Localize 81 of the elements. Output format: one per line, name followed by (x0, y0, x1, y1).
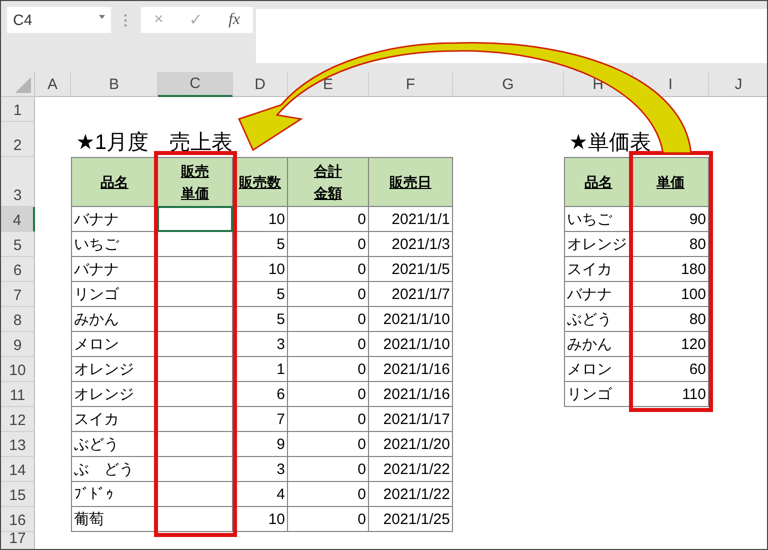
table-cell: 2021/1/22 (369, 457, 453, 482)
table-title: ★1月度 売上表 (75, 130, 233, 156)
header-text: 単価 (181, 184, 209, 203)
table-cell: 10 (233, 257, 288, 282)
name-box[interactable]: C4 (7, 7, 111, 33)
name-box-value: C4 (13, 12, 32, 28)
column-header[interactable]: A (35, 72, 71, 97)
table-cell: 9 (233, 432, 288, 457)
table-cell: 120 (633, 332, 709, 357)
table-cell: 2021/1/10 (369, 307, 453, 332)
row-header[interactable]: 1 (1, 97, 35, 122)
table-cell: 2021/1/22 (369, 482, 453, 507)
table-cell: 80 (633, 232, 709, 257)
table-cell: 80 (633, 307, 709, 332)
column-header[interactable]: B (71, 72, 158, 97)
table-title: ★単価表 (568, 130, 651, 156)
table-cell: 0 (288, 382, 369, 407)
header-text: 単価 (656, 172, 684, 192)
grip-icon (124, 14, 127, 27)
row-header[interactable]: 6 (1, 257, 35, 282)
table-cell: 5 (233, 282, 288, 307)
table-cell: 0 (288, 432, 369, 457)
table-cell: 2021/1/10 (369, 332, 453, 357)
row-header[interactable]: 9 (1, 332, 35, 357)
table-cell: 2021/1/25 (369, 507, 453, 532)
table-cell: 0 (288, 457, 369, 482)
row-header[interactable]: 15 (1, 482, 35, 507)
table-cell: 2021/1/5 (369, 257, 453, 282)
row-header[interactable]: 8 (1, 307, 35, 332)
table-cell: 5 (233, 232, 288, 257)
table-cell: 2021/1/20 (369, 432, 453, 457)
row-header[interactable]: 4 (1, 207, 35, 232)
table-cell: 180 (633, 257, 709, 282)
table-cell: 2021/1/3 (369, 232, 453, 257)
row-header[interactable]: 11 (1, 382, 35, 407)
table-cell: 7 (233, 407, 288, 432)
row-header[interactable]: 16 (1, 507, 35, 532)
column-header[interactable]: F (369, 72, 453, 97)
table-cell: 0 (288, 257, 369, 282)
table-cell: 3 (233, 457, 288, 482)
row-header[interactable]: 7 (1, 282, 35, 307)
table-cell: 1 (233, 357, 288, 382)
column-header[interactable]: D (233, 72, 288, 97)
table-cell: 0 (288, 482, 369, 507)
row-header[interactable]: 12 (1, 407, 35, 432)
table-cell: 110 (633, 382, 709, 407)
table-cell: 90 (633, 207, 709, 232)
table-cell: 0 (288, 232, 369, 257)
table-cell: 0 (288, 307, 369, 332)
row-header[interactable]: 14 (1, 457, 35, 482)
table-cell: 10 (233, 207, 288, 232)
row-header[interactable]: 17 (1, 532, 35, 549)
table-cell: 0 (288, 282, 369, 307)
table-cell: 4 (233, 482, 288, 507)
table-cell: 0 (288, 357, 369, 382)
table-cell: 0 (288, 332, 369, 357)
table-cell: 5 (233, 307, 288, 332)
table-cell: 0 (288, 507, 369, 532)
row-header[interactable]: 3 (1, 157, 35, 207)
caret-icon[interactable] (99, 15, 105, 19)
row-header[interactable]: 2 (1, 122, 35, 157)
column-header[interactable]: J (709, 72, 767, 97)
table-cell: 6 (233, 382, 288, 407)
row-header[interactable]: 13 (1, 432, 35, 457)
table-cell: 2021/1/16 (369, 382, 453, 407)
row-header[interactable]: 10 (1, 357, 35, 382)
table-cell: 0 (288, 207, 369, 232)
table-cell: 2021/1/16 (369, 357, 453, 382)
column-header[interactable]: C (158, 72, 233, 97)
table-cell: 3 (233, 332, 288, 357)
table-cell: 2021/1/1 (369, 207, 453, 232)
table-cell: 0 (288, 407, 369, 432)
row-header[interactable]: 5 (1, 232, 35, 257)
formula-button[interactable]: fx (228, 11, 240, 29)
table-cell: 60 (633, 357, 709, 382)
column-header[interactable]: G (453, 72, 564, 97)
table-cell: 2021/1/17 (369, 407, 453, 432)
table-cell: 10 (233, 507, 288, 532)
table-cell: 100 (633, 282, 709, 307)
table-cell: 2021/1/7 (369, 282, 453, 307)
formula-bar[interactable] (256, 9, 767, 63)
